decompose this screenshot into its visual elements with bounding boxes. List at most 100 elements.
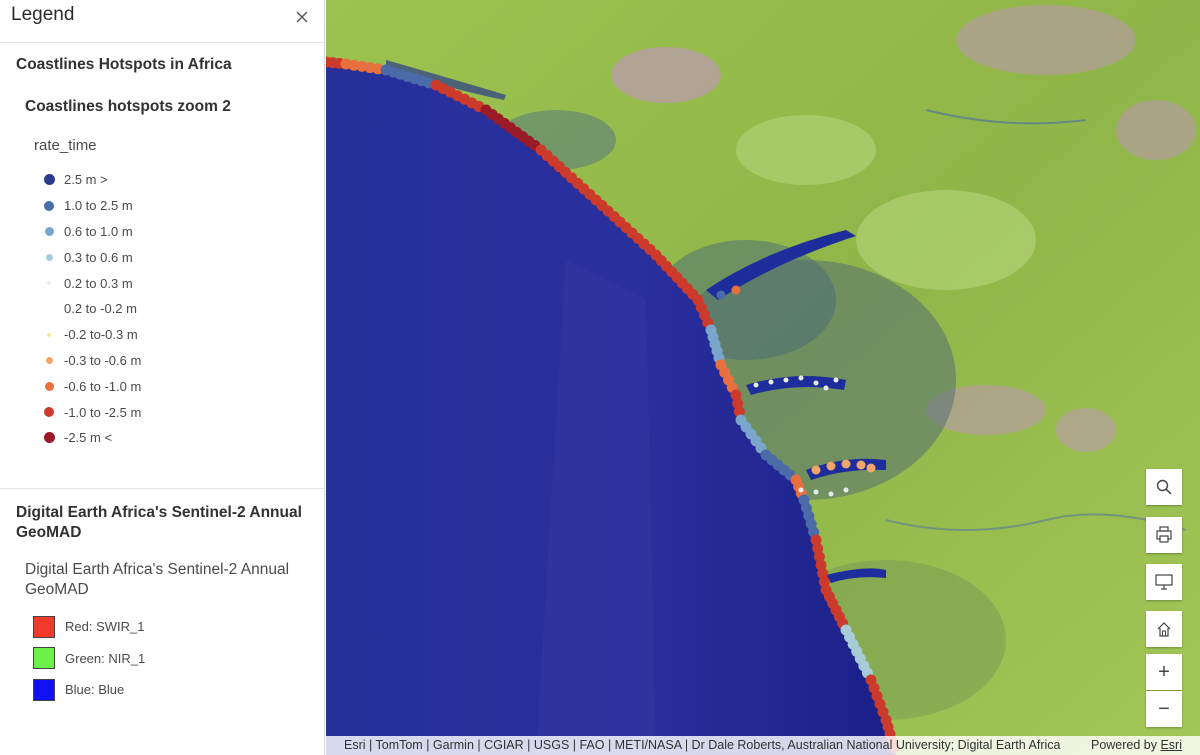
legend-dot: [45, 253, 53, 261]
hotspot-point[interactable]: [753, 382, 759, 388]
minus-icon: −: [1158, 697, 1170, 720]
band-label: Green: NIR_1: [65, 650, 146, 666]
hotspot-point[interactable]: [813, 380, 819, 386]
plus-icon: +: [1158, 660, 1170, 683]
legend-swatch: [38, 273, 60, 293]
band-swatch: [33, 647, 55, 670]
hotspot-point[interactable]: [798, 375, 804, 381]
hotspot-point[interactable]: [841, 459, 851, 469]
hotspot-point[interactable]: [811, 465, 821, 475]
legend-class-row: -0.6 to -1.0 m: [38, 373, 141, 399]
legend-class-label: 0.2 to -0.2 m: [64, 301, 137, 317]
band-list: Red: SWIR_1 Green: NIR_1 Blue: Blue: [33, 611, 145, 706]
legend-class-label: -1.0 to -2.5 m: [64, 404, 142, 420]
legend-dot: [43, 432, 55, 444]
close-button[interactable]: [290, 5, 314, 29]
hotspot-point[interactable]: [833, 377, 839, 383]
legend-class-row: 0.2 to 0.3 m: [38, 270, 141, 296]
hotspot-point[interactable]: [798, 487, 804, 493]
zoom-out-button[interactable]: −: [1146, 691, 1182, 727]
hotspot-point[interactable]: [823, 385, 829, 391]
legend-class-row: -0.2 to-0.3 m: [38, 322, 141, 348]
hotspot-point[interactable]: [731, 285, 741, 295]
band-label: Red: SWIR_1: [65, 619, 145, 635]
hotspot-point[interactable]: [783, 377, 789, 383]
legend-panel: Legend Coastlines Hotspots in Africa Coa…: [0, 0, 325, 755]
legend-layer-geomad: Digital Earth Africa's Sentinel-2 Annual…: [0, 489, 325, 755]
legend-swatch: [38, 428, 60, 448]
legend-swatch: [38, 325, 60, 345]
hotspot-point[interactable]: [826, 461, 836, 471]
legend-class-label: 0.6 to 1.0 m: [64, 223, 133, 239]
legend-swatch: [38, 221, 60, 241]
legend-class-label: -0.3 to -0.6 m: [64, 352, 142, 368]
legend-class-label: -2.5 m <: [64, 430, 113, 446]
monitor-icon: [1155, 574, 1173, 590]
legend-band-row: Blue: Blue: [33, 674, 145, 706]
map-view[interactable]: + − Esri | TomTom | Garmin | CGIAR | USG…: [326, 0, 1200, 755]
hotspot-point[interactable]: [856, 460, 866, 470]
legend-dot: [44, 200, 54, 211]
legend-swatch: [38, 247, 60, 267]
powered-by: Powered by Esri: [1091, 738, 1182, 752]
legend-swatch: [38, 402, 60, 422]
print-button[interactable]: [1146, 517, 1182, 553]
sublayer-title: Digital Earth Africa's Sentinel-2 Annual…: [25, 561, 290, 598]
legend-class-row: -2.5 m <: [38, 425, 141, 451]
legend-dot: [45, 356, 53, 364]
legend-class-row: 0.3 to 0.6 m: [38, 244, 141, 270]
legend-band-row: Green: NIR_1: [33, 643, 145, 675]
legend-swatch: [38, 376, 60, 396]
legend-class-row: 0.6 to 1.0 m: [38, 219, 141, 245]
legend-class-label: 0.2 to 0.3 m: [64, 275, 133, 291]
legend-dot: [44, 407, 54, 418]
legend-swatch: [38, 299, 60, 319]
class-list: 2.5 m > 1.0 to 2.5 m 0.6 to 1.0 m 0.3 to 0.…: [38, 167, 141, 451]
attribution-text: Esri | TomTom | Garmin | CGIAR | USGS | …: [344, 738, 1061, 752]
band-label: Blue: Blue: [65, 682, 125, 698]
band-swatch: [33, 678, 55, 701]
legend-class-label: 0.3 to 0.6 m: [64, 249, 133, 265]
legend-header: Legend: [0, 0, 324, 43]
satellite-basemap: [326, 0, 1200, 755]
legend-class-label: -0.2 to-0.3 m: [64, 327, 138, 343]
legend-swatch: [38, 350, 60, 370]
legend-class-label: 2.5 m >: [64, 172, 108, 188]
esri-link[interactable]: Esri: [1160, 738, 1182, 752]
search-icon: [1156, 479, 1172, 495]
legend-dot: [43, 174, 55, 186]
attribution-bar: Esri | TomTom | Garmin | CGIAR | USGS | …: [326, 736, 1200, 755]
hotspot-point[interactable]: [843, 487, 849, 493]
hotspot-point[interactable]: [768, 379, 774, 385]
legend-class-row: -0.3 to -0.6 m: [38, 348, 141, 374]
fullscreen-button[interactable]: [1146, 564, 1182, 600]
legend-band-row: Red: SWIR_1: [33, 611, 145, 643]
layer-title: Digital Earth Africa's Sentinel-2 Annual…: [16, 504, 302, 541]
hotspot-point[interactable]: [828, 491, 834, 497]
legend-dot: [44, 381, 54, 391]
home-button[interactable]: [1146, 611, 1182, 647]
legend-layer-coastlines: Coastlines Hotspots in Africa Coastlines…: [0, 43, 325, 489]
sublayer-title: Coastlines hotspots zoom 2: [25, 98, 231, 115]
zoom-in-button[interactable]: +: [1146, 654, 1182, 690]
hotspot-point[interactable]: [813, 489, 819, 495]
layer-title: Coastlines Hotspots in Africa: [16, 56, 232, 73]
field-name: rate_time: [34, 137, 97, 154]
home-icon: [1157, 622, 1171, 637]
legend-title: Legend: [11, 4, 75, 25]
close-icon: [296, 11, 308, 23]
print-icon: [1156, 526, 1172, 543]
legend-class-label: 1.0 to 2.5 m: [64, 198, 133, 214]
search-button[interactable]: [1146, 469, 1182, 505]
legend-class-row: -1.0 to -2.5 m: [38, 399, 141, 425]
legend-dot: [47, 281, 51, 286]
legend-class-row: 0.2 to -0.2 m: [38, 296, 141, 322]
legend-class-row: 2.5 m >: [38, 167, 141, 193]
legend-class-label: -0.6 to -1.0 m: [64, 378, 142, 394]
hotspot-point[interactable]: [716, 290, 726, 300]
hotspot-point[interactable]: [866, 463, 876, 473]
legend-dot: [44, 226, 54, 236]
band-swatch: [33, 615, 55, 638]
legend-class-row: 1.0 to 2.5 m: [38, 193, 141, 219]
legend-swatch: [38, 170, 60, 190]
